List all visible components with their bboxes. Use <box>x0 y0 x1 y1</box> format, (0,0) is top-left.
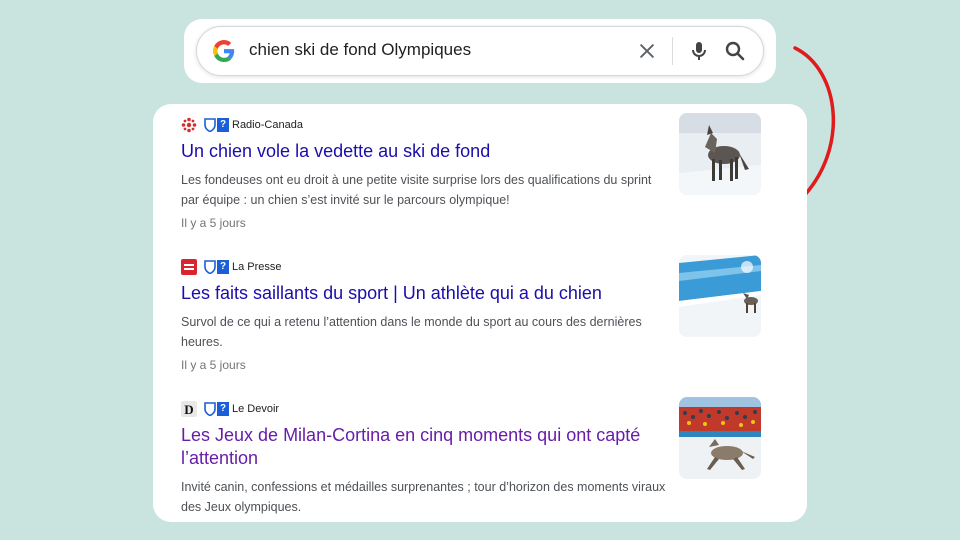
results-panel: ? Radio-Canada Un chien vole la vedette … <box>153 104 807 522</box>
result-snippet: Survol de ce qui a retenu l’attention da… <box>181 315 642 349</box>
result-date: Il y a 5 jours <box>181 216 246 230</box>
le-devoir-logo-icon: D <box>181 401 197 417</box>
result-title-link[interactable]: Un chien vole la vedette au ski de fond <box>181 140 661 163</box>
trust-badge-icon: ? <box>204 402 229 416</box>
microphone-icon[interactable] <box>687 39 711 63</box>
result-thumbnail[interactable] <box>679 397 761 479</box>
result-source: Le Devoir <box>232 403 280 415</box>
google-g-icon <box>213 40 235 62</box>
search-bar-container: chien ski de fond Olympiques <box>184 19 776 83</box>
trust-badge-icon: ? <box>204 260 229 274</box>
result-title-link[interactable]: Les Jeux de Milan-Cortina en cinq moment… <box>181 424 661 470</box>
search-box[interactable]: chien ski de fond Olympiques <box>196 26 764 76</box>
result-thumbnail[interactable] <box>679 255 761 337</box>
svg-text:D: D <box>184 402 193 417</box>
search-divider <box>672 37 673 65</box>
result-source: La Presse <box>232 261 282 273</box>
trust-badge-icon: ? <box>204 118 229 132</box>
result-snippet: Invité canin, confessions et médailles s… <box>181 480 666 514</box>
result-thumbnail[interactable] <box>679 113 761 195</box>
close-icon[interactable] <box>637 41 657 61</box>
la-presse-logo-icon <box>181 259 197 275</box>
result-source: Radio-Canada <box>232 119 303 131</box>
result-title-link[interactable]: Les faits saillants du sport | Un athlèt… <box>181 282 661 305</box>
search-input[interactable]: chien ski de fond Olympiques <box>249 40 471 60</box>
result-date: Il y a 5 jours <box>181 358 246 372</box>
radio-canada-logo-icon <box>181 117 197 133</box>
result-snippet: Les fondeuses ont eu droit à une petite … <box>181 173 652 207</box>
